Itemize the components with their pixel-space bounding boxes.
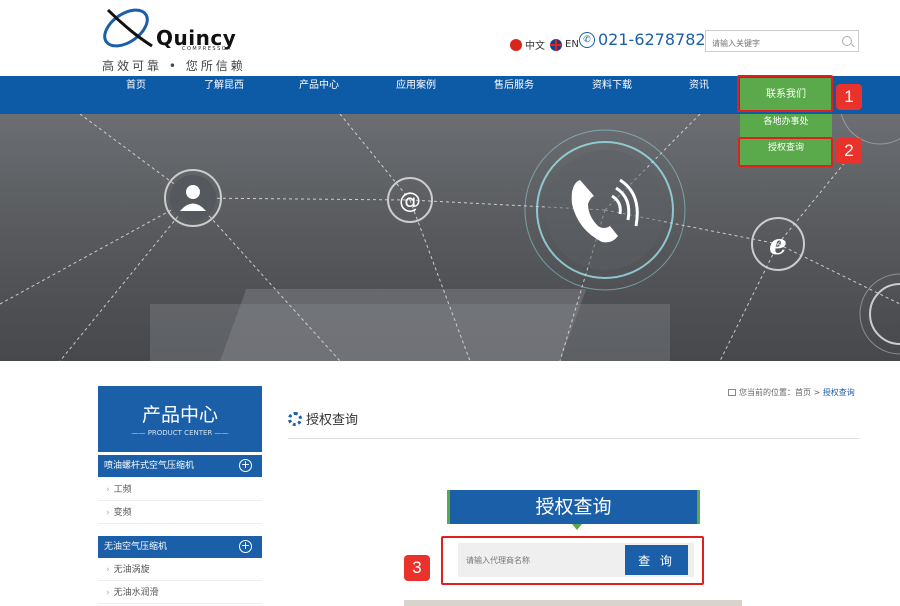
- sidebar-category-label: 无油空气压缩机: [104, 542, 168, 552]
- phone-icon: ✆: [579, 31, 595, 48]
- search-icon[interactable]: [842, 36, 852, 46]
- nav-item-products[interactable]: 产品中心: [290, 76, 348, 114]
- sidebar-category-label: 喷油螺杆式空气压缩机: [104, 461, 195, 471]
- nav-item-news[interactable]: 资讯: [680, 76, 718, 114]
- tagline: 高效可靠 • 您所信赖: [102, 59, 246, 73]
- language-switcher: 中文 EN: [510, 37, 584, 52]
- sidebar-category-oil-free[interactable]: 无油空气压缩机 +: [98, 536, 262, 558]
- phone-number: 021-62787820: [598, 30, 716, 49]
- breadcrumb-prefix: 您当前的位置：: [739, 388, 795, 397]
- sidebar-title-en: —— PRODUCT CENTER ——: [131, 429, 229, 437]
- phone-contact: ✆ 021-62787820: [579, 30, 716, 49]
- china-flag-icon: [510, 38, 522, 51]
- annotation-badge-1: 1: [836, 84, 862, 110]
- main-nav: 首页 了解昆西 产品中心 应用案例 售后服务 资料下载 资讯 联系我们: [0, 76, 900, 114]
- expand-plus-icon[interactable]: +: [239, 540, 252, 553]
- sidebar-item-water-lubricated[interactable]: 无油水润滑: [98, 582, 262, 604]
- query-heading: 授权查询: [447, 490, 700, 530]
- lang-chinese-link[interactable]: 中文: [525, 37, 545, 52]
- at-sign-icon: @: [399, 189, 421, 214]
- quincy-swoosh-icon: [103, 8, 153, 48]
- nav-item-home[interactable]: 首页: [110, 76, 162, 114]
- sidebar-title: 产品中心 —— PRODUCT CENTER ——: [98, 386, 262, 452]
- search-input[interactable]: [706, 33, 834, 54]
- content-image-edge: [404, 600, 742, 606]
- browser-e-icon: e: [769, 228, 787, 261]
- sidebar-category-oil-screw[interactable]: 喷油螺杆式空气压缩机 +: [98, 455, 262, 477]
- breadcrumb-current: 授权查询: [822, 388, 855, 397]
- sidebar-title-zh: 产品中心: [141, 404, 218, 426]
- lang-english-link[interactable]: EN: [565, 39, 579, 50]
- sidebar-item-oil-free-scroll[interactable]: 无油涡旋: [98, 559, 262, 581]
- contact-dropdown: 各地办事处 授权查询: [740, 114, 832, 166]
- sidebar-item-fixed-speed[interactable]: 工频: [98, 479, 262, 501]
- query-button[interactable]: 查 询: [625, 545, 688, 575]
- page: Quincy COMPRESSOR 高效可靠 • 您所信赖 中文 EN ✆ 02…: [0, 0, 900, 606]
- home-icon: [728, 389, 736, 396]
- title-divider: [288, 438, 859, 439]
- search-box: [705, 30, 859, 54]
- nav-item-downloads[interactable]: 资料下载: [583, 76, 641, 114]
- dropdown-item-offices[interactable]: 各地办事处: [740, 114, 832, 140]
- breadcrumb-separator: >: [813, 388, 821, 397]
- dropdown-item-authorization[interactable]: 授权查询: [740, 140, 832, 166]
- site-header: Quincy COMPRESSOR 高效可靠 • 您所信赖 中文 EN ✆ 02…: [0, 0, 900, 76]
- breadcrumb-home-link[interactable]: 首页: [795, 388, 811, 397]
- uk-flag-icon: [550, 38, 562, 51]
- nav-item-contact[interactable]: 联系我们: [740, 78, 832, 112]
- phone-call-icon: [571, 178, 639, 243]
- page-title-text: 授权查询: [306, 413, 359, 428]
- quincy-logo[interactable]: Quincy COMPRESSOR: [100, 2, 250, 54]
- annotation-badge-3: 3: [404, 555, 430, 581]
- agent-name-input[interactable]: [466, 551, 616, 569]
- user-icon: [180, 185, 206, 211]
- nav-item-service[interactable]: 售后服务: [485, 76, 543, 114]
- nav-item-about[interactable]: 了解昆西: [195, 76, 253, 114]
- expand-plus-icon[interactable]: +: [239, 459, 252, 472]
- logo-subtitle: COMPRESSOR: [182, 46, 233, 52]
- sidebar-item-variable-speed[interactable]: 变频: [98, 502, 262, 524]
- annotation-badge-2: 2: [836, 138, 862, 164]
- page-title: 授权查询: [288, 409, 358, 428]
- gear-icon: [288, 411, 302, 426]
- nav-item-cases[interactable]: 应用案例: [387, 76, 445, 114]
- breadcrumb: 您当前的位置：首页 > 授权查询: [728, 387, 855, 398]
